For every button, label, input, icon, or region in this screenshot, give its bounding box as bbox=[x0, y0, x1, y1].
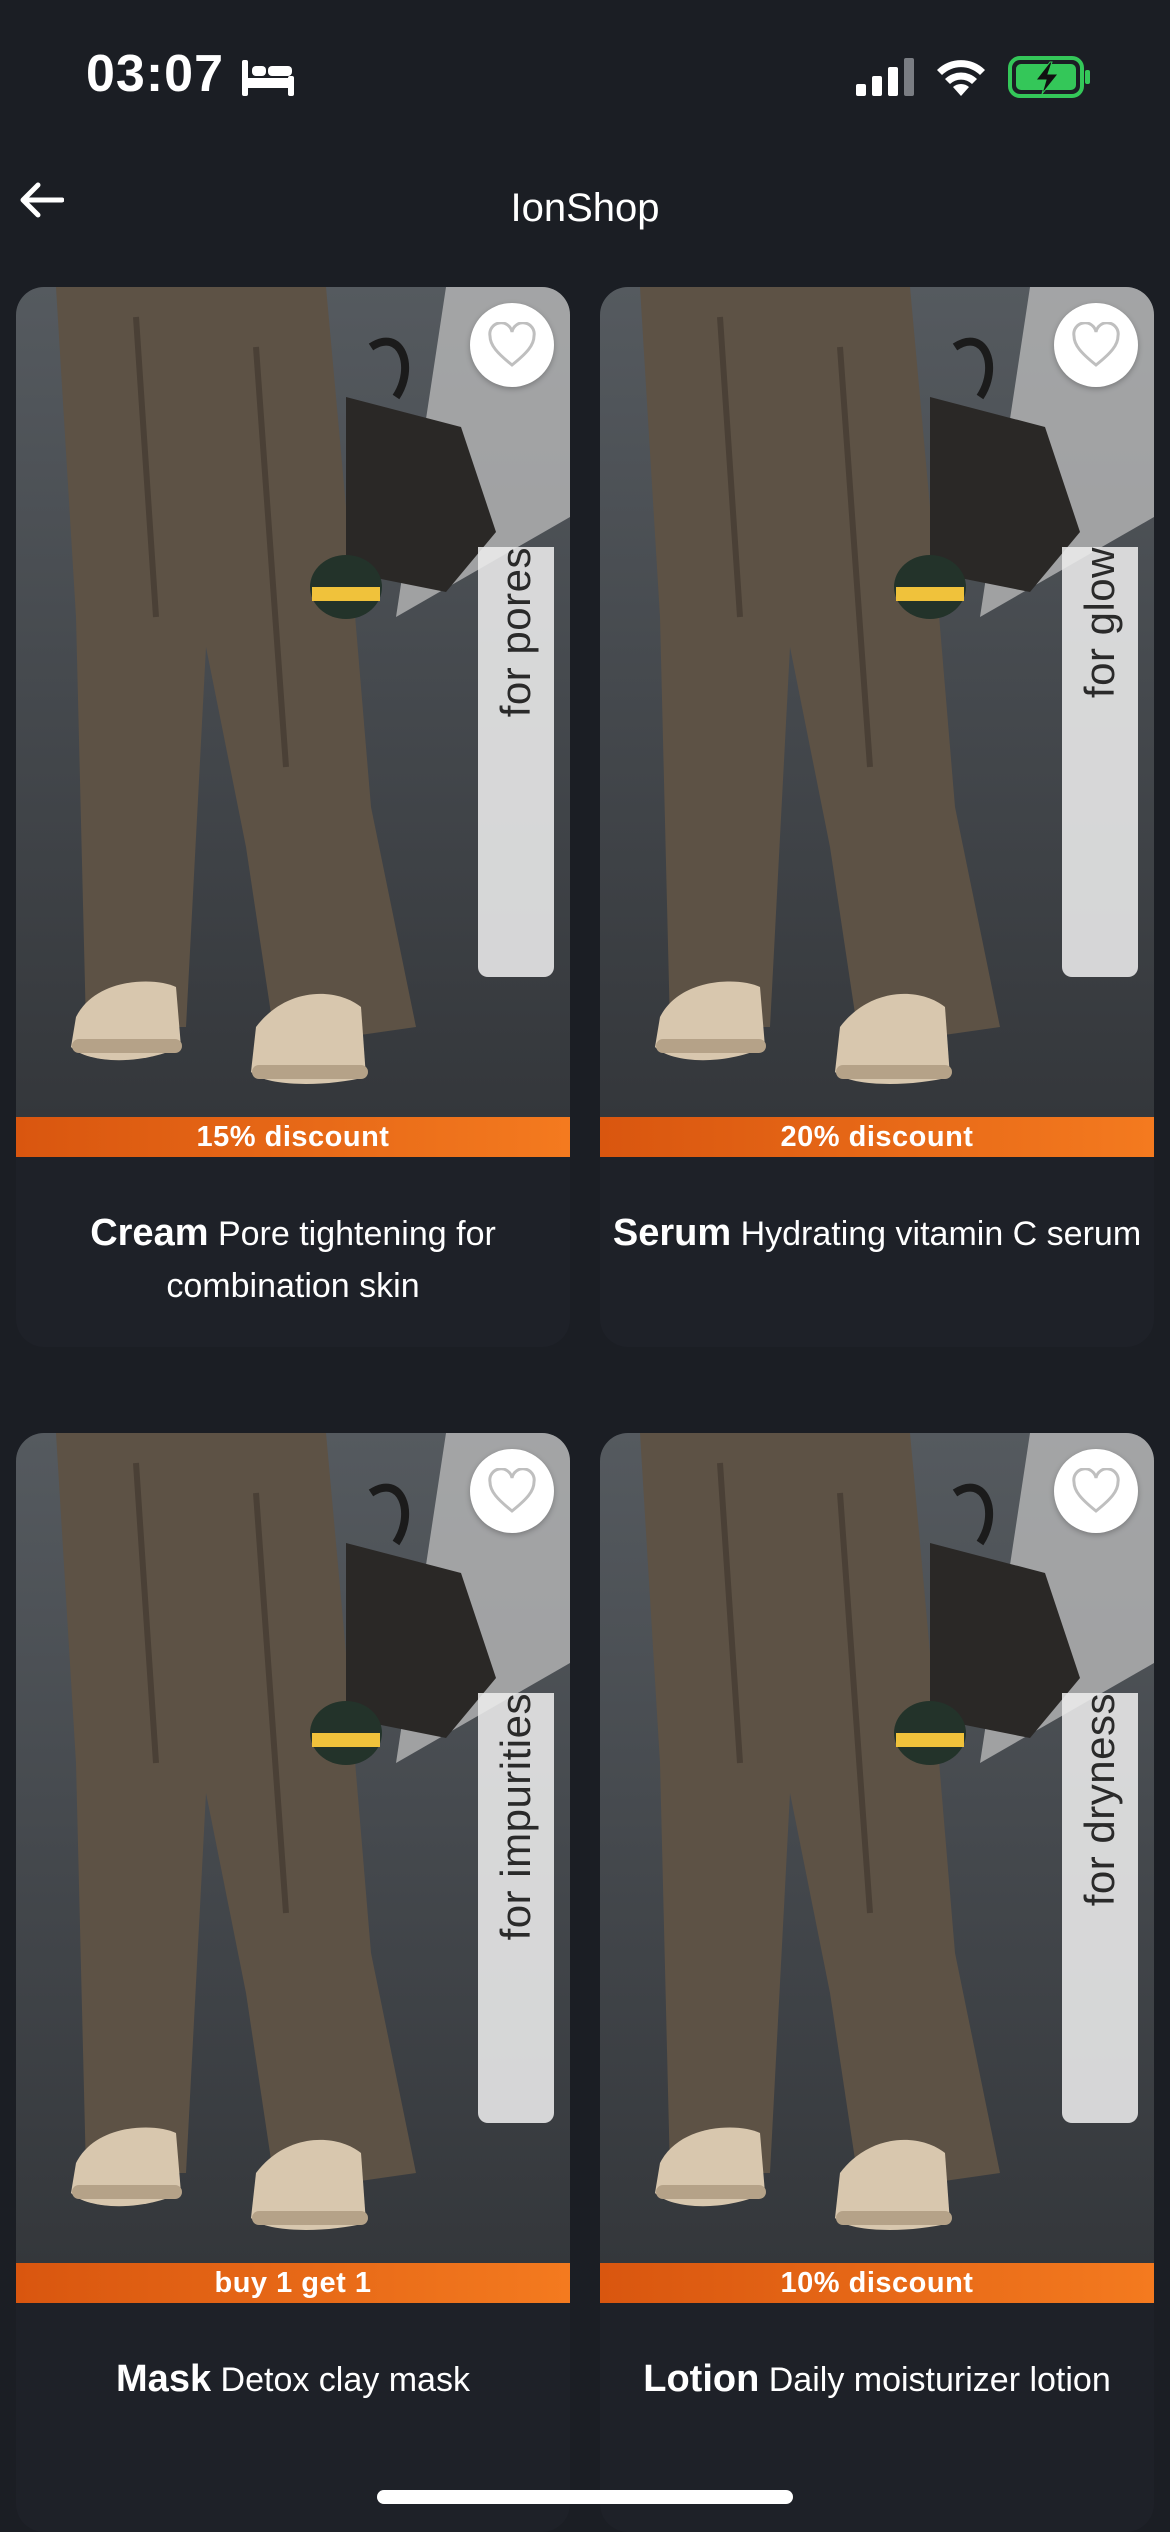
nav-bar: IonShop bbox=[0, 150, 1170, 280]
product-name: Lotion bbox=[643, 2358, 760, 2400]
product-card[interactable]: for impurities buy 1 get 1 Mask Detox cl… bbox=[16, 1433, 570, 2532]
signal-icon bbox=[856, 58, 914, 96]
product-name: Cream bbox=[90, 1212, 209, 1254]
product-description: Daily moisturizer lotion bbox=[768, 2361, 1111, 2399]
product-tag: for impurities bbox=[478, 1693, 554, 2123]
product-card[interactable]: for glow 20% discount Serum Hydrating vi… bbox=[600, 287, 1154, 1347]
product-description: Hydrating vitamin C serum bbox=[740, 1215, 1142, 1253]
home-indicator[interactable] bbox=[377, 2490, 793, 2504]
product-title: Cream Pore tightening for combination sk… bbox=[16, 1207, 570, 1312]
product-description: Pore tightening for combination skin bbox=[166, 1215, 496, 1305]
page-title: IonShop bbox=[510, 186, 660, 230]
product-card[interactable]: for dryness 10% discount Lotion Daily mo… bbox=[600, 1433, 1154, 2532]
product-tag: for pores bbox=[478, 547, 554, 977]
product-image: for glow bbox=[600, 287, 1154, 1117]
product-tag-label: for glow bbox=[1076, 547, 1123, 699]
discount-banner: 15% discount bbox=[16, 1117, 570, 1157]
product-title: Serum Hydrating vitamin C serum bbox=[600, 1207, 1154, 1260]
discount-banner: buy 1 get 1 bbox=[16, 2263, 570, 2303]
heart-icon bbox=[488, 322, 536, 367]
heart-icon bbox=[488, 1468, 536, 1513]
product-tag: for dryness bbox=[1062, 1693, 1138, 2123]
status-bar: 03:07 bbox=[0, 0, 1170, 150]
battery-charging-icon bbox=[1008, 56, 1090, 98]
favorite-button[interactable] bbox=[470, 1449, 554, 1533]
product-title: Lotion Daily moisturizer lotion bbox=[600, 2353, 1154, 2406]
product-card[interactable]: for pores 15% discount Cream Pore tighte… bbox=[16, 287, 570, 1347]
favorite-button[interactable] bbox=[470, 303, 554, 387]
product-name: Mask bbox=[116, 2358, 212, 2400]
favorite-button[interactable] bbox=[1054, 1449, 1138, 1533]
product-image: for dryness bbox=[600, 1433, 1154, 2263]
app-screen: 03:07 IonShop for pores 15% discount Cre… bbox=[0, 0, 1170, 2532]
favorite-button[interactable] bbox=[1054, 303, 1138, 387]
product-tag-label: for dryness bbox=[1076, 1693, 1123, 1907]
wifi-icon bbox=[937, 60, 985, 96]
heart-icon bbox=[1072, 322, 1120, 367]
product-image: for pores bbox=[16, 287, 570, 1117]
status-time: 03:07 bbox=[86, 45, 224, 103]
product-tag-label: for impurities bbox=[492, 1693, 539, 1941]
product-image: for impurities bbox=[16, 1433, 570, 2263]
product-description: Detox clay mask bbox=[220, 2361, 470, 2399]
bed-icon bbox=[242, 60, 294, 96]
discount-banner: 20% discount bbox=[600, 1117, 1154, 1157]
heart-icon bbox=[1072, 1468, 1120, 1513]
product-title: Mask Detox clay mask bbox=[16, 2353, 570, 2406]
product-tag: for glow bbox=[1062, 547, 1138, 977]
discount-banner: 10% discount bbox=[600, 2263, 1154, 2303]
product-tag-label: for pores bbox=[492, 547, 539, 718]
product-name: Serum bbox=[612, 1212, 732, 1254]
